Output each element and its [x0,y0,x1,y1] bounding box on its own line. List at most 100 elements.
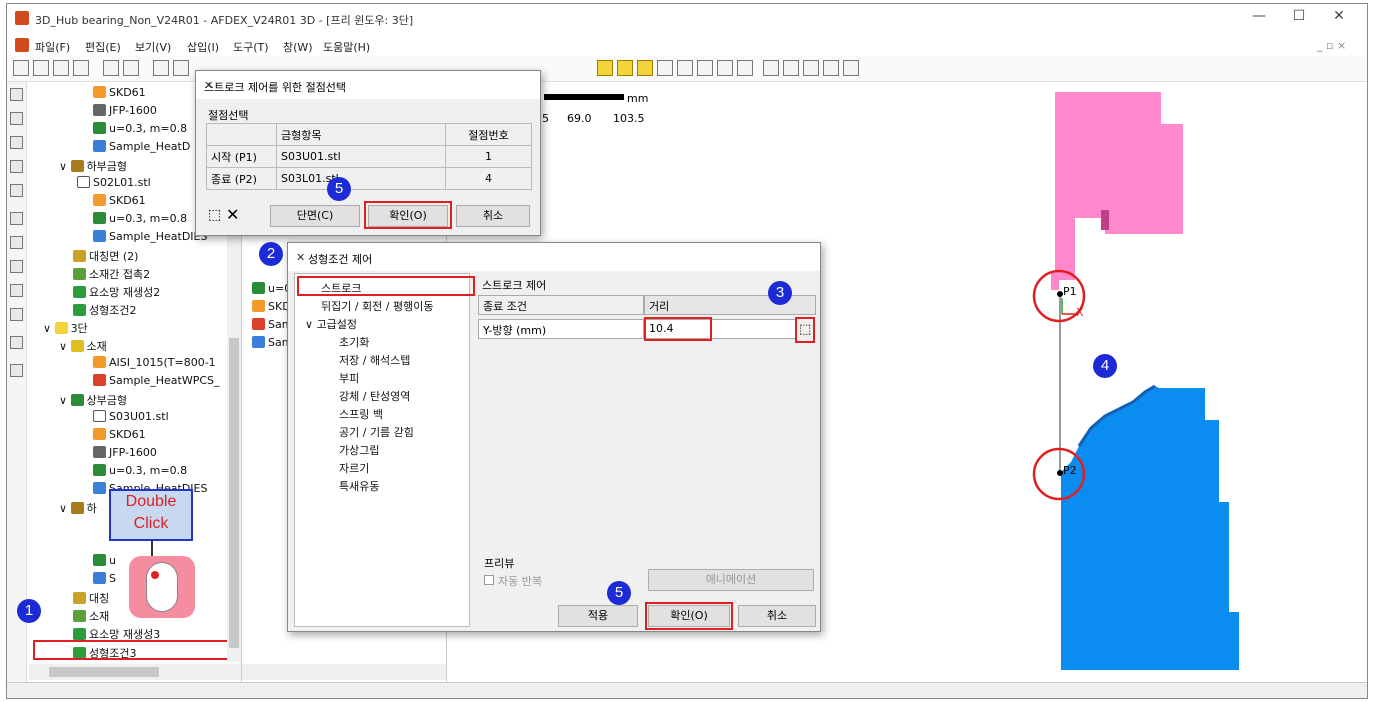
die-cell[interactable]: S03L01.stl [276,167,446,190]
scroll-thumb[interactable] [49,667,159,677]
tree-item[interactable]: JFP-1600 [93,104,157,117]
tree-item[interactable]: 부피 [339,370,359,386]
tree-item[interactable]: 가상그립 [339,442,379,458]
tree-item[interactable]: ∨ 소재 [59,338,107,354]
tree-item[interactable]: 공기 / 기름 갇힘 [339,424,414,440]
split-icon[interactable] [10,284,23,297]
tree-item[interactable]: 소재 [73,608,109,624]
direction-select[interactable]: Y-방향 (mm) [478,319,644,339]
cancel-button[interactable]: 취소 [738,605,816,627]
tree-item[interactable]: 요소망 재생성2 [73,284,160,300]
zoom-fit-icon[interactable] [763,60,779,76]
tree-item[interactable]: u [93,554,116,567]
list-icon[interactable] [10,212,23,225]
import-icon[interactable] [103,60,119,76]
tree-item[interactable]: ∨ 하 [59,500,97,516]
die-geometry[interactable] [1009,82,1368,682]
menu-help[interactable]: 도움말(H) [323,39,370,55]
view-right-icon[interactable] [697,60,713,76]
cancel-button[interactable]: 취소 [456,205,530,227]
dialog-close-button[interactable]: ✕ [296,251,810,264]
zoom-window-icon[interactable] [803,60,819,76]
tree-item[interactable]: SKD61 [93,194,146,207]
view-icon[interactable] [153,60,169,76]
tree-item[interactable]: 강체 / 탄성영역 [339,388,410,404]
view-iso-icon[interactable] [717,60,733,76]
node-cell[interactable]: 1 [445,145,532,168]
view2-icon[interactable] [173,60,189,76]
tree-hscrollbar[interactable] [29,664,241,680]
tree-item[interactable]: 대칭면 (2) [73,248,138,264]
view-front-icon[interactable] [597,60,613,76]
tree-item[interactable]: 소재간 접촉2 [73,266,150,282]
tree-item[interactable]: 초기화 [339,334,369,350]
tree-item[interactable]: u=0.3, m=0.8 [93,212,187,225]
checklist-icon[interactable] [10,364,23,377]
display-icon[interactable] [10,136,23,149]
die-cell[interactable]: S03U01.stl [276,145,446,168]
tree-item[interactable]: SKD [252,300,291,313]
view-left-icon[interactable] [677,60,693,76]
view-top-icon[interactable] [637,60,653,76]
monitor-icon[interactable] [10,160,23,173]
open-icon[interactable] [33,60,49,76]
tree-item[interactable]: u=0.3, m=0.8 [93,122,187,135]
clear-icon[interactable]: ✕ [226,205,239,224]
tree-item[interactable]: AISI_1015(T=800-1 [93,356,216,369]
menu-file[interactable]: 파일(F) [35,39,70,55]
tree-item[interactable]: S [93,572,116,585]
menu-window[interactable]: 창(W) [283,39,313,55]
menu-insert[interactable]: 삽입(I) [187,39,219,55]
tree-item[interactable]: S02L01.stl [77,176,151,189]
table-row[interactable]: 종료 (P2) S03L01.stl 4 [206,167,532,190]
menu-edit[interactable]: 편집(E) [85,39,121,55]
minimize-button[interactable]: — [1239,8,1279,28]
tree2-hscrollbar[interactable] [242,664,446,680]
new-icon[interactable] [13,60,29,76]
file-icon[interactable] [10,308,23,321]
animation-button[interactable]: 애니메이션 [648,569,814,591]
menu-view[interactable]: 보기(V) [135,39,171,55]
view-back-icon[interactable] [617,60,633,76]
table-row[interactable]: 시작 (P1) S03U01.stl 1 [206,145,532,168]
step-icon[interactable] [10,336,23,349]
save-icon[interactable] [73,60,89,76]
rotate-view-icon[interactable] [843,60,859,76]
export-icon[interactable] [123,60,139,76]
tree-item[interactable]: 성형조건2 [73,302,136,318]
tree-item[interactable]: u=0 [252,282,291,295]
view-rotate-icon[interactable] [737,60,753,76]
screen-icon[interactable] [10,184,23,197]
tree-item[interactable]: ∨ 3단 [43,320,88,336]
tree-item[interactable]: 특새유동 [339,478,379,494]
tree-item[interactable]: SKD61 [93,428,146,441]
tree-item[interactable]: S03U01.stl [93,410,169,423]
auto-repeat-checkbox[interactable] [484,575,494,585]
tree-item[interactable]: ∨ 상부금형 [59,392,127,408]
tree-item[interactable]: 자르기 [339,460,369,476]
cube-icon[interactable] [10,260,23,273]
branch-icon[interactable] [10,236,23,249]
close-button[interactable]: ✕ [1319,8,1359,28]
tree-item[interactable]: Sample_HeatDIES [93,230,207,243]
node-cell[interactable]: 4 [445,167,532,190]
open-folder-icon[interactable] [53,60,69,76]
scroll-thumb[interactable] [229,338,239,648]
tree-item[interactable]: ∨ 고급설정 [305,316,357,332]
mdi-controls[interactable]: _ ▫ × [1317,39,1346,52]
maximize-button[interactable]: ☐ [1279,8,1319,28]
tree-item[interactable]: 스프링 백 [339,406,383,422]
tree-item[interactable]: 뒤집기 / 회전 / 평행이동 [321,298,433,314]
tree-item[interactable]: SKD61 [93,86,146,99]
pick-icon[interactable]: ⬚ [208,207,221,223]
pan-icon[interactable] [823,60,839,76]
tree-item[interactable]: Sample_HeatD [93,140,190,153]
material-icon[interactable] [10,112,23,125]
tree-item[interactable]: 대칭 [73,590,109,606]
tree-item[interactable]: ∨ 하부금형 [59,158,127,174]
tree-item[interactable]: u=0.3, m=0.8 [93,464,187,477]
tree-item[interactable]: JFP-1600 [93,446,157,459]
tree-item[interactable]: Sample_HeatWPCS_ [93,374,220,387]
menu-tools[interactable]: 도구(T) [233,39,269,55]
tree-icon[interactable] [10,88,23,101]
